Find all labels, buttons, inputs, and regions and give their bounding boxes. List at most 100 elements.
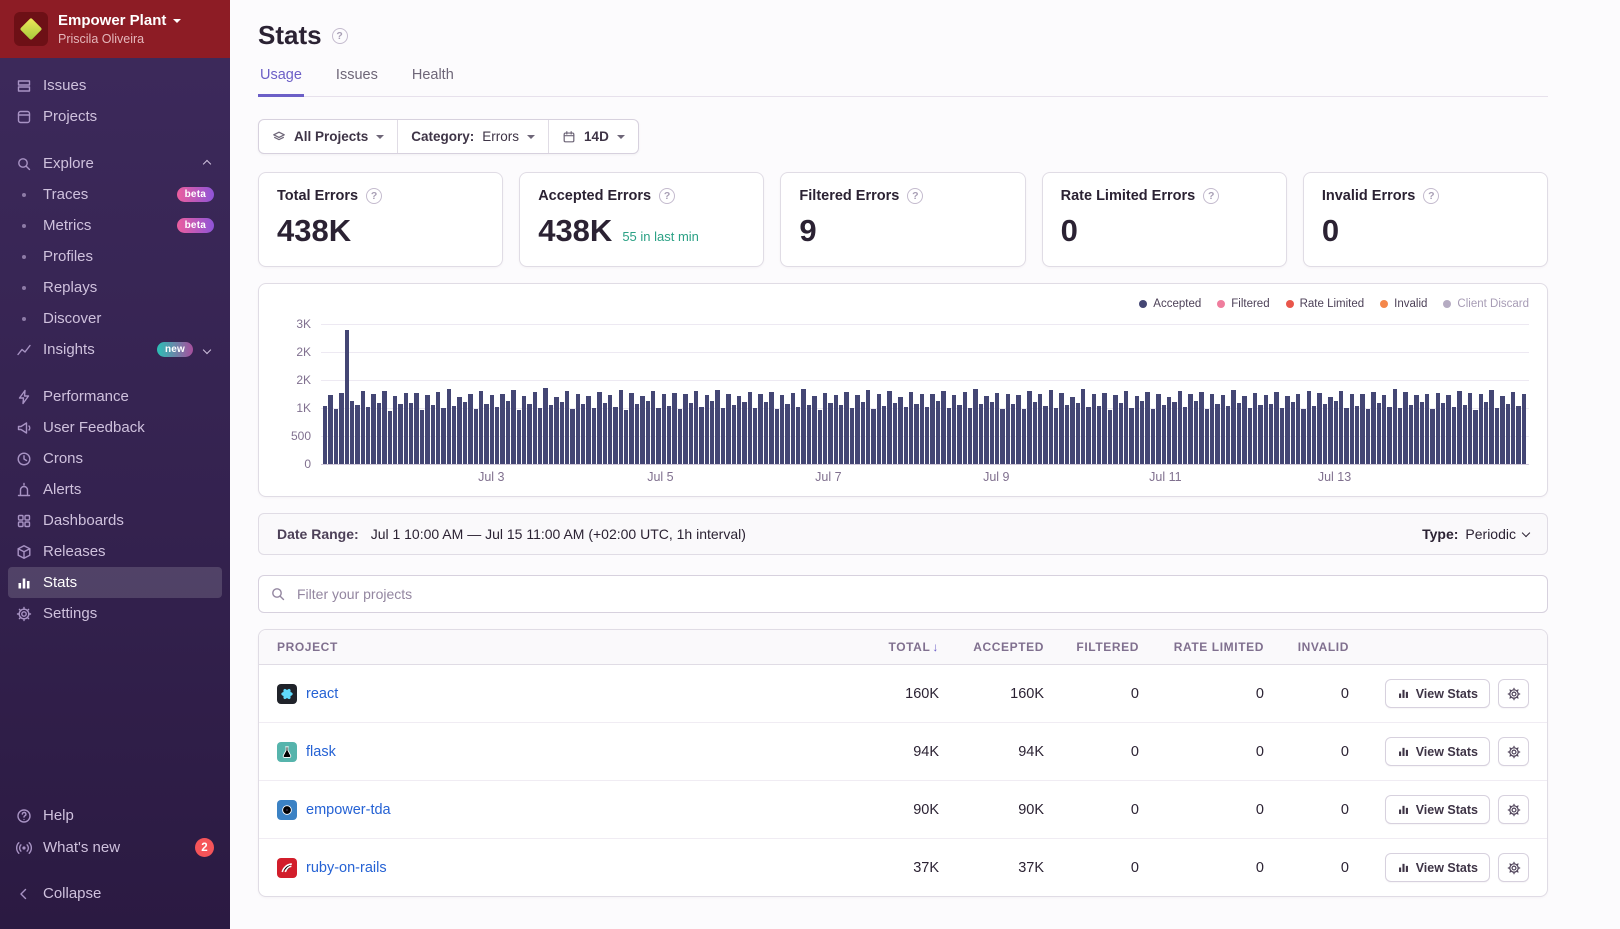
legend-item[interactable]: Invalid (1380, 298, 1427, 310)
calendar-icon (562, 130, 576, 144)
legend-item[interactable]: Accepted (1139, 298, 1201, 310)
sidebar-item-dashboards[interactable]: Dashboards (0, 505, 230, 536)
type-dropdown[interactable]: Type: Periodic (1422, 526, 1529, 542)
help-circle-icon[interactable]: ? (659, 188, 675, 204)
tab-usage[interactable]: Usage (258, 67, 304, 97)
sidebar-item-insights[interactable]: Insights new (0, 334, 230, 365)
project-link[interactable]: empower-tda (306, 802, 391, 818)
legend-dot-icon (1286, 300, 1294, 308)
chart-bar (463, 402, 467, 464)
cell-invalid: 0 (1264, 686, 1349, 702)
project-link[interactable]: react (306, 686, 338, 702)
org-switcher[interactable]: Empower Plant Priscila Oliveira (0, 0, 230, 58)
tab-issues[interactable]: Issues (334, 67, 380, 96)
view-stats-button[interactable]: View Stats (1385, 853, 1490, 882)
column-header-filtered[interactable]: FILTERED (1044, 640, 1139, 654)
page-title: Stats (258, 20, 322, 51)
help-circle-icon[interactable]: ? (1203, 188, 1219, 204)
chart-bar (522, 396, 526, 464)
chart-legend: Accepted Filtered Rate Limited Invalid Clien… (277, 298, 1529, 310)
chart-bar (1188, 394, 1192, 464)
card-filtered-errors: Filtered Errors ? 9 (780, 172, 1025, 267)
legend-item[interactable]: Filtered (1217, 298, 1269, 310)
chart-bar (662, 394, 666, 464)
sidebar-item-discover[interactable]: Discover (0, 303, 230, 334)
sidebar-item-releases[interactable]: Releases (0, 536, 230, 567)
chart-bar (646, 401, 650, 464)
sidebar-item-user-feedback[interactable]: User Feedback (0, 412, 230, 443)
project-settings-button[interactable] (1498, 853, 1529, 882)
chart-bar (1479, 394, 1483, 464)
sidebar-item-settings[interactable]: Settings (0, 598, 230, 629)
sidebar-item-help[interactable]: Help (0, 800, 230, 831)
sidebar-item-profiles[interactable]: Profiles (0, 241, 230, 272)
chart-bar (1119, 403, 1123, 464)
project-link[interactable]: flask (306, 744, 336, 760)
column-header-total[interactable]: TOTAL↓ (839, 640, 939, 654)
sidebar-item-explore[interactable]: Explore (0, 148, 230, 179)
sidebar-item-performance[interactable]: Performance (0, 381, 230, 412)
help-circle-icon[interactable]: ? (907, 188, 923, 204)
chart-bar (533, 392, 537, 464)
sidebar-item-traces[interactable]: Traces beta (0, 179, 230, 210)
legend-item[interactable]: Rate Limited (1286, 298, 1365, 310)
column-header-invalid[interactable]: INVALID (1264, 640, 1349, 654)
column-header-accepted[interactable]: ACCEPTED (939, 640, 1044, 654)
chart-bar (549, 405, 553, 464)
help-circle-icon[interactable]: ? (332, 28, 348, 44)
column-header-rate-limited[interactable]: RATE LIMITED (1139, 640, 1264, 654)
chart-bar (979, 404, 983, 464)
category-filter-dropdown[interactable]: Category: Errors (398, 120, 549, 153)
gear-icon (1507, 745, 1521, 759)
help-circle-icon[interactable]: ? (1423, 188, 1439, 204)
sidebar-collapse-button[interactable]: Collapse (0, 878, 230, 909)
project-link[interactable]: ruby-on-rails (306, 860, 387, 876)
chart-bar (909, 392, 913, 464)
chart-bar (388, 411, 392, 464)
project-filter-dropdown[interactable]: All Projects (259, 120, 398, 153)
sidebar-item-projects[interactable]: Projects (0, 101, 230, 132)
project-settings-button[interactable] (1498, 795, 1529, 824)
sidebar-item-label: Performance (43, 388, 129, 405)
sidebar-item-replays[interactable]: Replays (0, 272, 230, 303)
view-stats-button[interactable]: View Stats (1385, 795, 1490, 824)
view-stats-button[interactable]: View Stats (1385, 737, 1490, 766)
tab-health[interactable]: Health (410, 67, 456, 96)
chart-bar (683, 394, 687, 464)
project-settings-button[interactable] (1498, 737, 1529, 766)
chart-bar (861, 402, 865, 464)
sidebar-item-metrics[interactable]: Metrics beta (0, 210, 230, 241)
legend-item[interactable]: Client Discard (1443, 298, 1529, 310)
table-row: react 160K 160K 0 0 0 View Stats (259, 665, 1547, 723)
sidebar-item-crons[interactable]: Crons (0, 443, 230, 474)
search-input[interactable] (258, 575, 1548, 613)
table-row: ruby-on-rails 37K 37K 0 0 0 View Stats (259, 839, 1547, 896)
category-label: Category: (411, 129, 474, 144)
chart-bar (404, 393, 408, 464)
chart-bar (527, 404, 531, 464)
chart-y-axis: 3K2K2K1K5000 (277, 324, 321, 464)
sidebar-item-alerts[interactable]: Alerts (0, 474, 230, 505)
project-settings-button[interactable] (1498, 679, 1529, 708)
card-title: Invalid Errors (1322, 188, 1415, 204)
sidebar-item-issues[interactable]: Issues (0, 70, 230, 101)
sidebar-item-label: Profiles (43, 248, 93, 265)
chart-bar (963, 392, 967, 464)
help-circle-icon[interactable]: ? (366, 188, 382, 204)
chart-bar (1355, 406, 1359, 464)
cell-invalid: 0 (1264, 744, 1349, 760)
chart-bar (1000, 409, 1004, 464)
card-value: 9 (799, 213, 816, 249)
column-header-project[interactable]: PROJECT (277, 640, 839, 654)
view-stats-button[interactable]: View Stats (1385, 679, 1490, 708)
sidebar-item-stats[interactable]: Stats (8, 567, 222, 598)
chart-bar (1398, 408, 1402, 464)
sidebar-item-whats-new[interactable]: What's new 2 (0, 831, 230, 864)
date-period-dropdown[interactable]: 14D (549, 120, 638, 153)
chart-bar (608, 395, 612, 464)
y-tick-label: 1K (296, 401, 311, 415)
chart-bar (1162, 405, 1166, 464)
chart-bar (1473, 410, 1477, 464)
chart-bar (1446, 395, 1450, 464)
chart-bar (1059, 393, 1063, 464)
